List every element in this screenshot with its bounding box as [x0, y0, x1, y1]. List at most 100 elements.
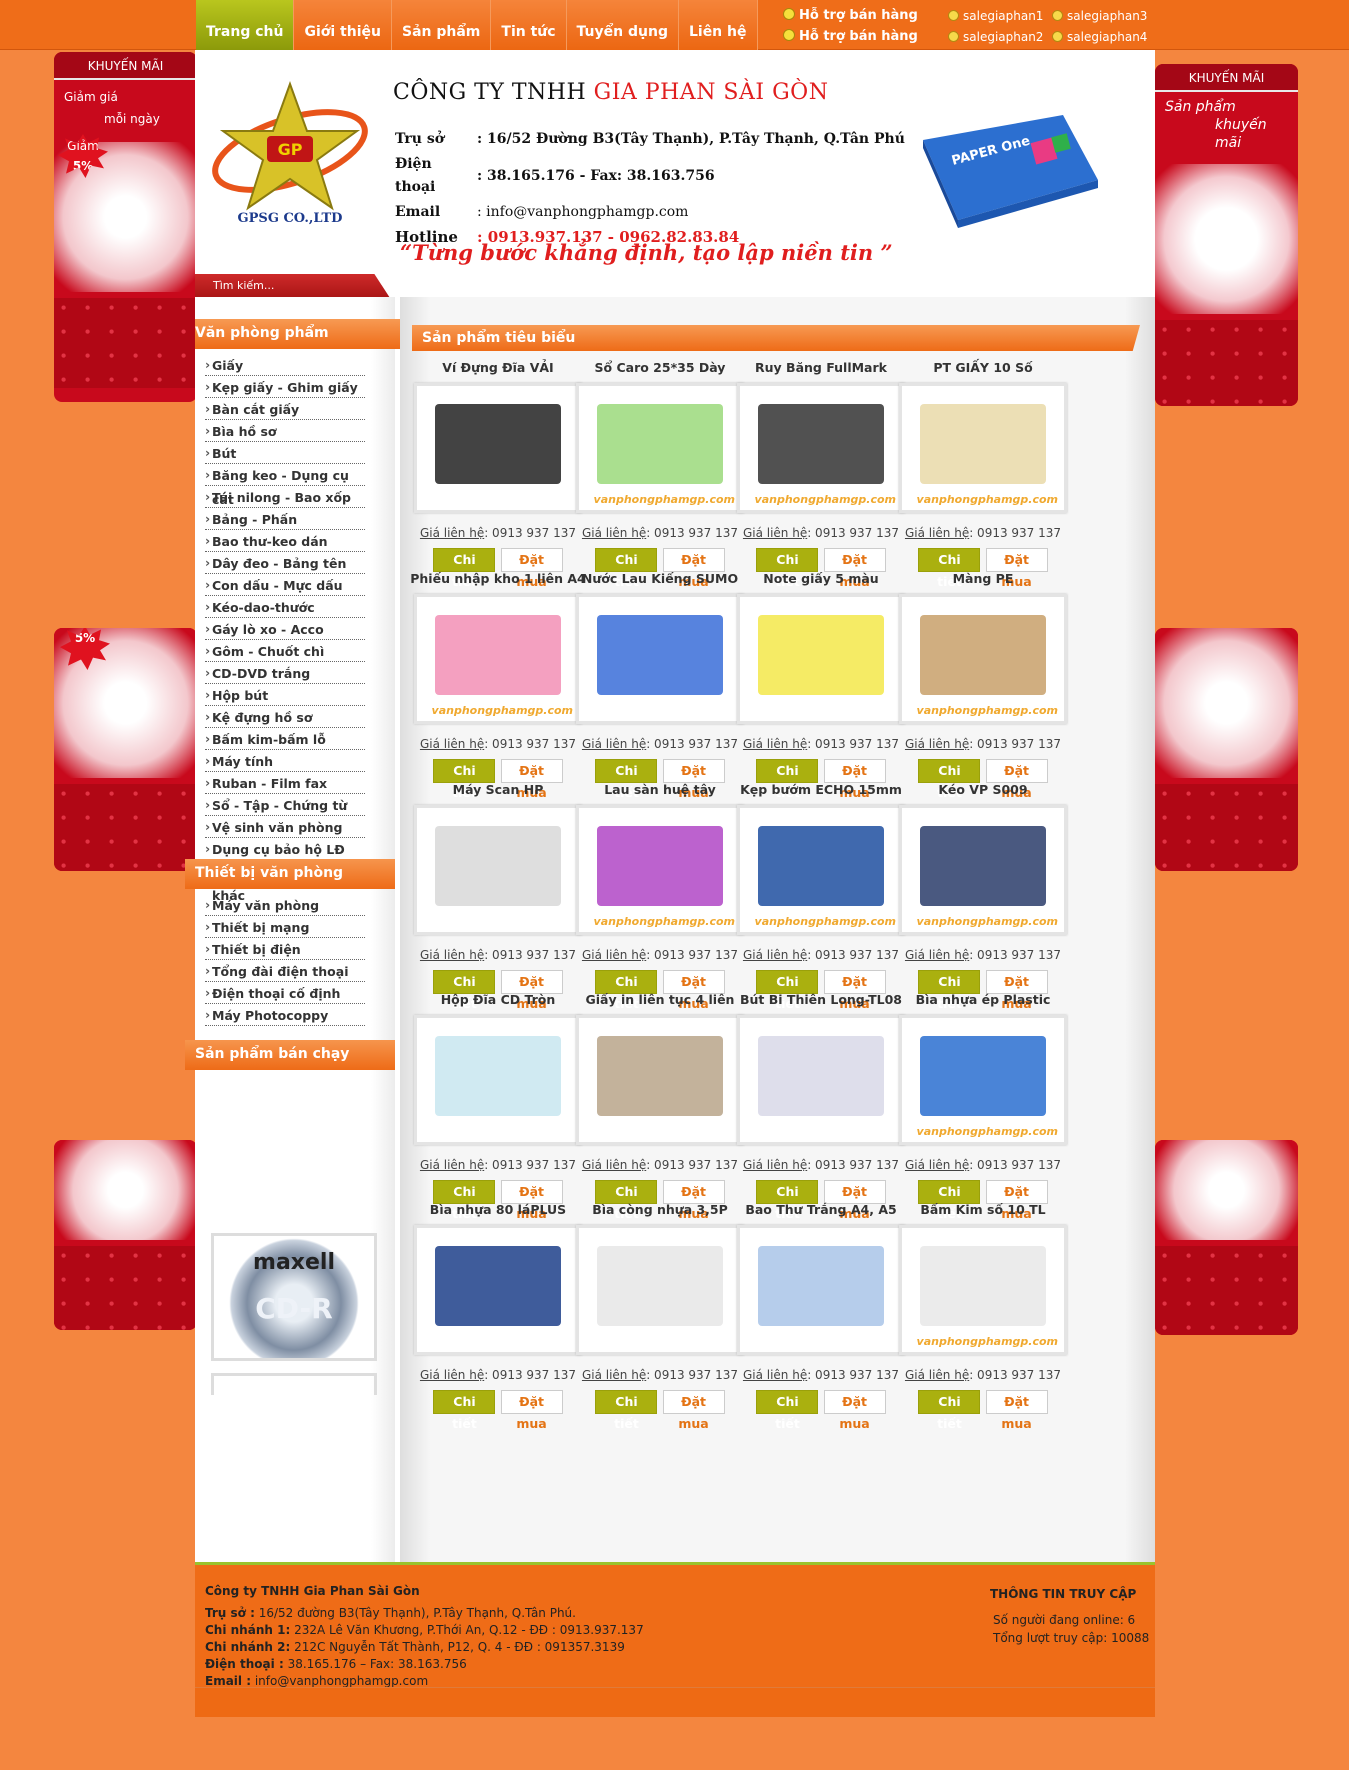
sidebar-item[interactable]: Kẹp giấy - Ghim giấy — [205, 375, 365, 399]
product-title[interactable]: Phiếu nhập kho 1 liên A4 — [408, 568, 588, 594]
product-image[interactable]: vanphongphamgp.com — [899, 383, 1067, 513]
support-account[interactable]: salegiaphan4 — [1052, 30, 1147, 44]
sidebar-item[interactable]: CD-DVD trắng — [205, 661, 365, 685]
sidebar-item[interactable]: Giấy — [205, 353, 365, 377]
product-image[interactable] — [414, 1225, 582, 1355]
smile-icon — [783, 8, 795, 20]
detail-button[interactable]: Chi tiết — [918, 1390, 981, 1431]
promo-banner-left[interactable] — [54, 1140, 197, 1330]
support-account[interactable]: salegiaphan2 — [948, 30, 1043, 44]
promo-banner-right[interactable]: KHUYẾN MÃI Sản phẩm khuyến mãi — [1155, 64, 1298, 406]
sidebar-item[interactable]: Thiết bị điện — [205, 937, 365, 961]
sidebar-item[interactable]: Máy tính — [205, 749, 365, 773]
product-image[interactable] — [737, 1225, 905, 1355]
sidebar-item[interactable]: Băng keo - Dụng cụ cắt — [205, 463, 365, 507]
product-title[interactable]: Bìa nhựa 80 láPLUS — [408, 1199, 588, 1225]
order-button[interactable]: Đặt mua — [823, 1390, 886, 1431]
sidebar-item[interactable]: Tổng đài điện thoại — [205, 959, 365, 983]
product-image[interactable] — [414, 383, 582, 513]
search-input[interactable]: Tìm kiếm... — [195, 274, 390, 298]
promo-banner-left[interactable]: KHUYẾN MÃI Giảm giá mỗi ngày Giảm 5% — [54, 52, 197, 402]
product-title[interactable]: Note giấy 5 màu — [731, 568, 911, 594]
nav-home[interactable]: Trang chủ — [196, 0, 295, 50]
product-title[interactable]: Sổ Caro 25*35 Dày — [570, 357, 750, 383]
support-account[interactable]: salegiaphan3 — [1052, 9, 1147, 23]
product-image[interactable] — [414, 805, 582, 935]
product-title[interactable]: Bìa còng nhựa 3,5P — [570, 1199, 750, 1225]
product-title[interactable]: Nước Lau Kiếng SUMO — [570, 568, 750, 594]
product-title[interactable]: Bìa nhựa ép Plastic — [893, 989, 1073, 1015]
order-button[interactable]: Đặt mua — [662, 1390, 725, 1431]
product-price: Giá liên hệ: 0913 937 137 — [419, 1158, 577, 1172]
detail-button[interactable]: Chi tiết — [433, 1390, 496, 1431]
product-title[interactable]: PT GIẤY 10 Số — [893, 357, 1073, 383]
sidebar-item[interactable]: Bìa hồ sơ — [205, 419, 365, 443]
promo-banner-right[interactable] — [1155, 1140, 1298, 1335]
detail-button[interactable]: Chi tiết — [756, 1390, 819, 1431]
product-title[interactable]: Lau sàn huệ tây — [570, 779, 750, 805]
promo-text: Sản phẩm khuyến mãi — [1165, 99, 1267, 151]
order-button[interactable]: Đặt mua — [500, 1390, 563, 1431]
detail-button[interactable]: Chi tiết — [595, 1390, 658, 1431]
product-title[interactable]: Bao Thư Trắng A4, A5 — [731, 1199, 911, 1225]
product-image[interactable] — [576, 1015, 744, 1145]
sidebar-item[interactable]: Vệ sinh văn phòng — [205, 815, 365, 839]
sidebar-item[interactable]: Gáy lò xo - Acco — [205, 617, 365, 641]
best-seller-image[interactable]: maxell CD-R — [211, 1233, 377, 1361]
support-account[interactable]: salegiaphan1 — [948, 9, 1043, 23]
nav-jobs[interactable]: Tuyển dụng — [566, 0, 679, 50]
sidebar-item[interactable]: Kéo-dao-thước — [205, 595, 365, 619]
product-image[interactable] — [576, 1225, 744, 1355]
product-image[interactable]: vanphongphamgp.com — [576, 383, 744, 513]
product-image[interactable]: vanphongphamgp.com — [899, 594, 1067, 724]
product-image[interactable]: vanphongphamgp.com — [737, 805, 905, 935]
sidebar-item[interactable]: Bao thư-keo dán — [205, 529, 365, 553]
sidebar-item[interactable]: Hộp bút — [205, 683, 365, 707]
order-button[interactable]: Đặt mua — [985, 1390, 1048, 1431]
product-title[interactable]: Hộp Đĩa CD Tròn — [408, 989, 588, 1015]
sidebar-item[interactable]: Gôm - Chuốt chì — [205, 639, 365, 663]
sidebar-item[interactable]: Kệ đựng hồ sơ — [205, 705, 365, 729]
product-price: Giá liên hệ: 0913 937 137 — [742, 948, 900, 962]
sidebar-item[interactable]: Ruban - Film fax — [205, 771, 365, 795]
nav-products[interactable]: Sản phẩm — [391, 0, 492, 50]
product-image[interactable]: vanphongphamgp.com — [899, 1015, 1067, 1145]
product-image[interactable]: vanphongphamgp.com — [899, 805, 1067, 935]
company-logo[interactable]: GP GPSG CO.,LTD — [205, 76, 375, 226]
product-image[interactable] — [737, 1015, 905, 1145]
product-title[interactable]: Ví Đựng Đĩa VẢI — [408, 357, 588, 383]
sidebar-item[interactable]: Bút — [205, 441, 365, 465]
sidebar-item[interactable]: Máy Photocoppy — [205, 1003, 365, 1027]
sidebar-item[interactable]: Bấm kim-bấm lỗ — [205, 727, 365, 751]
sidebar-item[interactable]: Dụng cụ bảo hộ LĐ — [205, 837, 365, 861]
product-title[interactable]: Bút Bi Thiên Long-TL08 — [731, 989, 911, 1015]
sidebar-item[interactable]: Túi nilong - Bao xốp — [205, 485, 365, 509]
product-image[interactable] — [737, 594, 905, 724]
sidebar-item[interactable]: Con dấu - Mực dấu — [205, 573, 365, 597]
promo-banner-left[interactable]: 5% — [54, 628, 197, 871]
product-image[interactable]: vanphongphamgp.com — [576, 805, 744, 935]
sidebar-item[interactable]: Điện thoại cố định — [205, 981, 365, 1005]
sidebar-item[interactable]: Máy văn phòng — [205, 893, 365, 917]
nav-about[interactable]: Giới thiệu — [294, 0, 392, 50]
promo-banner-right[interactable] — [1155, 628, 1298, 871]
nav-news[interactable]: Tin tức — [491, 0, 567, 50]
product-image[interactable] — [414, 1015, 582, 1145]
product-title[interactable]: Ruy Băng FullMark — [731, 357, 911, 383]
sidebar-item[interactable]: Dây đeo - Bảng tên — [205, 551, 365, 575]
product-title[interactable]: Giấy in liên tục 4 liên — [570, 989, 750, 1015]
product-image[interactable] — [576, 594, 744, 724]
nav-contact[interactable]: Liên hệ — [678, 0, 758, 50]
product-image[interactable]: vanphongphamgp.com — [737, 383, 905, 513]
product-image[interactable]: vanphongphamgp.com — [414, 594, 582, 724]
product-title[interactable]: Máy Scan HP — [408, 779, 588, 805]
product-title[interactable]: Kéo VP S009 — [893, 779, 1073, 805]
product-title[interactable]: Màng PE — [893, 568, 1073, 594]
product-title[interactable]: Bấm Kim số 10 TL — [893, 1199, 1073, 1225]
sidebar-item[interactable]: Bảng - Phấn — [205, 507, 365, 531]
sidebar-item[interactable]: Thiết bị mạng — [205, 915, 365, 939]
product-title[interactable]: Kẹp bướm ECHO 15mm — [731, 779, 911, 805]
sidebar-item[interactable]: Sổ - Tập - Chứng từ — [205, 793, 365, 817]
product-image[interactable]: vanphongphamgp.com — [899, 1225, 1067, 1355]
sidebar-item[interactable]: Bàn cắt giấy — [205, 397, 365, 421]
